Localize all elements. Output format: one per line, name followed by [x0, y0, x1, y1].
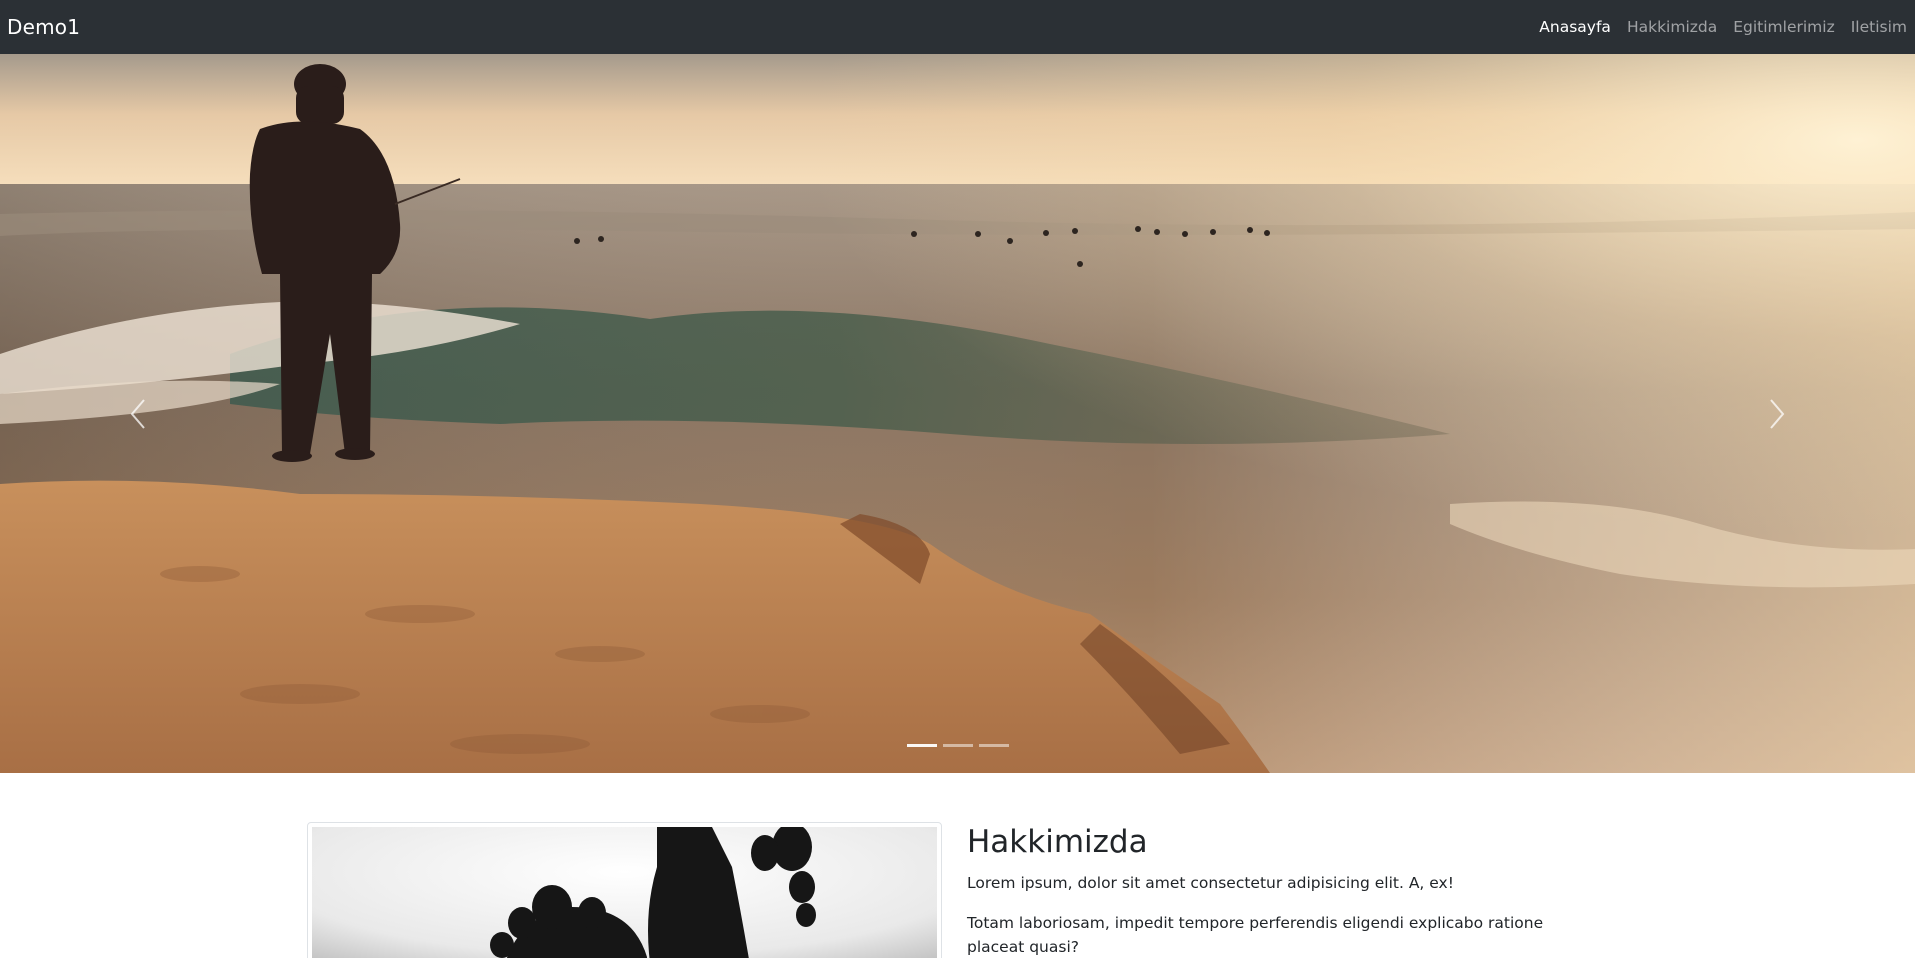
about-image [312, 827, 937, 958]
carousel-indicator-3[interactable] [978, 744, 1009, 747]
nav-link-egitimlerimiz[interactable]: Egitimlerimiz [1733, 18, 1834, 36]
carousel-next-button[interactable] [1639, 54, 1915, 773]
chevron-right-icon [1770, 398, 1785, 429]
about-text: Hakkimizda Lorem ipsum, dolor sit amet c… [967, 824, 1587, 958]
about-paragraph-2: Totam laboriosam, impedit tempore perfer… [967, 914, 1544, 957]
nav-link-hakkimizda[interactable]: Hakkimizda [1627, 18, 1717, 36]
carousel-prev-button[interactable] [0, 54, 276, 773]
carousel-indicators [0, 744, 1915, 747]
carousel-indicator-1[interactable] [906, 744, 937, 747]
chevron-left-icon [130, 398, 145, 429]
about-title: Hakkimizda [967, 824, 1148, 860]
about-section: Hakkimizda Lorem ipsum, dolor sit amet c… [0, 773, 1915, 958]
hero-carousel [0, 54, 1915, 773]
nav-link-iletisim[interactable]: Iletisim [1851, 18, 1907, 36]
brand-logo[interactable]: Demo1 [7, 15, 80, 39]
carousel-slide-image [0, 54, 1915, 773]
carousel-indicator-2[interactable] [942, 744, 973, 747]
nav-links: Anasayfa Hakkimizda Egitimlerimiz Iletis… [1539, 18, 1908, 36]
about-paragraph-1: Lorem ipsum, dolor sit amet consectetur … [967, 874, 1454, 893]
nav-link-anasayfa[interactable]: Anasayfa [1539, 18, 1611, 36]
about-image-frame [307, 822, 942, 958]
navbar: Demo1 Anasayfa Hakkimizda Egitimlerimiz … [0, 0, 1915, 54]
